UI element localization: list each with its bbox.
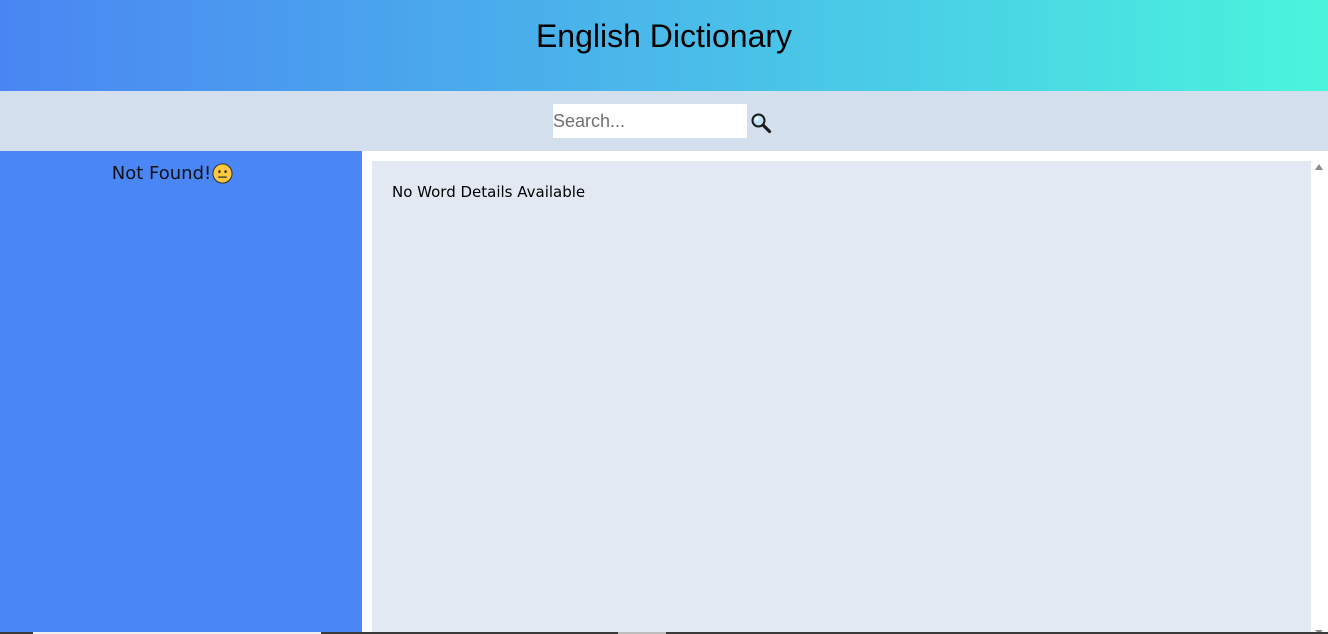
scroll-up-arrow-icon[interactable] (1315, 164, 1323, 170)
neutral-face-icon (212, 163, 233, 184)
search-bar (0, 91, 1328, 151)
main-content: No Word Details Available (362, 151, 1328, 634)
header: English Dictionary (0, 0, 1328, 91)
app: English Dictionary Not Found! No Word De… (0, 0, 1328, 634)
word-details-text: No Word Details Available (392, 183, 586, 201)
not-found-text: Not Found! (111, 163, 212, 184)
not-found-message: Not Found! (0, 163, 345, 184)
search-input[interactable] (553, 104, 747, 138)
search-button[interactable] (750, 112, 772, 134)
word-details-panel: No Word Details Available (372, 161, 1311, 634)
page-title: English Dictionary (535, 18, 793, 54)
magnifier-icon (751, 113, 772, 134)
vertical-scrollbar[interactable] (1311, 161, 1328, 634)
sidebar: Not Found! (0, 151, 362, 634)
